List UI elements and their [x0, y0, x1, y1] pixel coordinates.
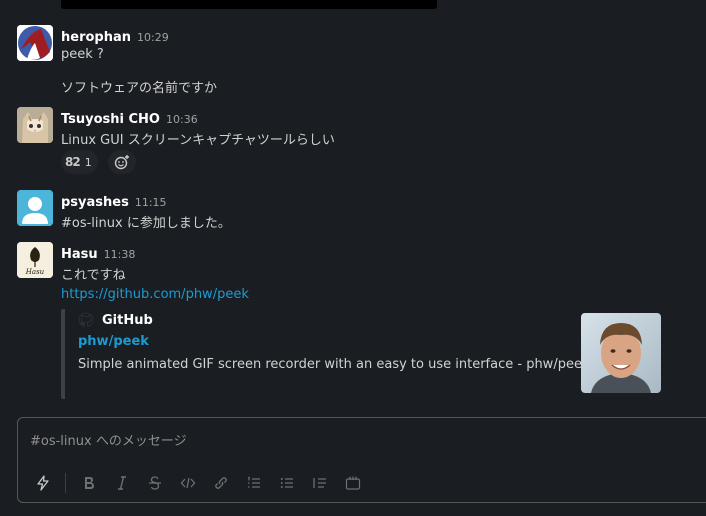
author-name[interactable]: Tsuyoshi CHO: [61, 112, 160, 127]
message-text: #os-linux に参加しました。: [61, 216, 231, 231]
avatar-tsuyoshi-cho[interactable]: [17, 107, 53, 143]
reaction-pill[interactable]: 82 1: [61, 150, 98, 174]
message-link[interactable]: https://github.com/phw/peek: [61, 287, 249, 302]
previous-embed-bottom: [61, 0, 437, 9]
formatting-toolbar: [26, 470, 369, 496]
blockquote-icon: [312, 478, 326, 488]
bulleted-list-button[interactable]: [270, 470, 303, 496]
author-name[interactable]: herophan: [61, 30, 131, 45]
reaction-emoji-icon: 82: [65, 155, 81, 169]
ordered-list-icon: [247, 476, 260, 488]
message-text: これですね: [61, 268, 126, 283]
message-header: Tsuyoshi CHO 10:36: [61, 108, 198, 127]
italic-button[interactable]: [105, 470, 138, 496]
code-block-icon: [345, 476, 360, 490]
ordered-list-button[interactable]: [237, 470, 270, 496]
message-text: peek ?: [61, 47, 104, 62]
blockquote-button[interactable]: [303, 470, 336, 496]
message-text: Linux GUI スクリーンキャプチャツールらしい: [61, 133, 335, 148]
author-name[interactable]: Hasu: [61, 247, 98, 262]
link-button[interactable]: [204, 470, 237, 496]
add-emoji-icon: [114, 155, 129, 170]
link-unfurl: GitHub phw/peek Simple animated GIF scre…: [61, 309, 671, 399]
code-block-button[interactable]: [336, 470, 369, 496]
author-photo-icon: [581, 313, 661, 393]
shortcuts-button[interactable]: [26, 470, 59, 496]
message-header: herophan 10:29: [61, 26, 169, 45]
bulleted-list-icon: [280, 478, 293, 488]
message-header: Hasu 11:38: [61, 243, 135, 262]
bold-button[interactable]: [72, 470, 105, 496]
avatar-psyashes[interactable]: [17, 190, 53, 226]
racket-logo-icon: [17, 25, 53, 61]
unfurl-description: Simple animated GIF screen recorder with…: [78, 357, 590, 372]
add-reaction-button[interactable]: [108, 150, 136, 174]
shortcuts-icon: [36, 475, 49, 491]
github-icon: [78, 312, 94, 327]
bold-icon: [84, 477, 94, 489]
reaction-count: 1: [84, 155, 92, 169]
default-user-icon: [17, 190, 53, 226]
message-text: ソフトウェアの名前ですか: [61, 81, 218, 96]
unfurl-title-link[interactable]: phw/peek: [78, 334, 149, 349]
strike-icon: [148, 476, 161, 490]
code-icon: [180, 477, 195, 489]
timestamp[interactable]: 10:29: [137, 31, 169, 44]
avatar-herophan[interactable]: [17, 25, 53, 61]
toolbar-divider: [65, 473, 66, 493]
avatar-hasu[interactable]: Hasu: [17, 242, 53, 278]
author-name[interactable]: psyashes: [61, 195, 129, 210]
svg-text:Hasu: Hasu: [25, 268, 45, 276]
lotus-logo-icon: Hasu: [17, 242, 53, 278]
message-input[interactable]: [30, 430, 690, 452]
unfurl-site-name: GitHub: [102, 312, 153, 328]
message-composer: [17, 417, 706, 503]
cat-photo-icon: [17, 107, 53, 143]
timestamp[interactable]: 10:36: [166, 113, 198, 126]
strikethrough-button[interactable]: [138, 470, 171, 496]
unfurl-thumbnail[interactable]: [581, 313, 661, 393]
italic-icon: [117, 476, 126, 490]
unfurl-site: GitHub: [78, 312, 153, 328]
code-button[interactable]: [171, 470, 204, 496]
message-header: psyashes 11:15: [61, 191, 167, 210]
timestamp[interactable]: 11:38: [104, 248, 136, 261]
timestamp[interactable]: 11:15: [135, 196, 167, 209]
link-icon: [214, 477, 227, 489]
